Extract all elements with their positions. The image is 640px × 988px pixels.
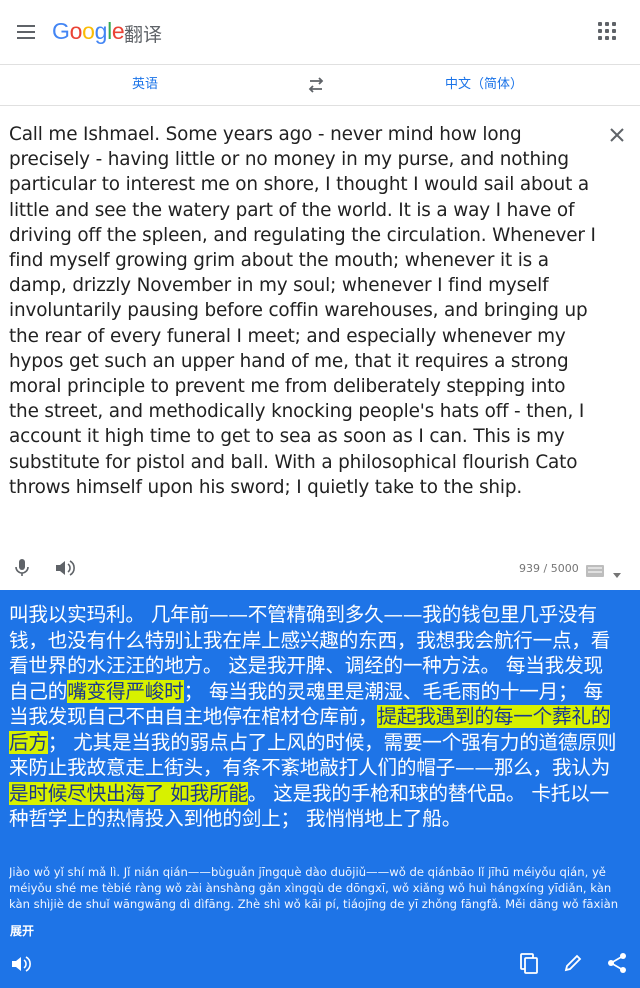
- highlighted-segment[interactable]: 嘴变得严峻时: [67, 679, 184, 703]
- speaker-icon[interactable]: [10, 954, 32, 976]
- swap-arrows-icon[interactable]: [302, 73, 330, 97]
- copy-icon[interactable]: [518, 952, 540, 976]
- hamburger-menu-icon[interactable]: [12, 18, 40, 46]
- source-panel: Call me Ishmael. Some years ago - never …: [0, 106, 640, 590]
- source-language-button[interactable]: 英语: [0, 65, 290, 105]
- keyboard-icon[interactable]: [586, 562, 604, 577]
- source-text-input[interactable]: Call me Ishmael. Some years ago - never …: [9, 122, 599, 500]
- close-icon[interactable]: [606, 124, 628, 146]
- google-logo[interactable]: Google: [52, 18, 125, 45]
- target-language-button[interactable]: 中文（简体）: [344, 65, 624, 105]
- chevron-down-icon[interactable]: [613, 564, 621, 578]
- share-icon[interactable]: [606, 952, 628, 974]
- apps-grid-icon[interactable]: [598, 22, 618, 42]
- expand-button[interactable]: 展开: [10, 922, 34, 939]
- app-bar: Google 翻译: [0, 0, 640, 64]
- result-toolbar: [0, 946, 640, 986]
- character-counter: 939 / 5000: [519, 562, 579, 575]
- language-bar: 英语 中文（简体）: [0, 64, 640, 106]
- speaker-icon[interactable]: [54, 558, 76, 578]
- microphone-icon[interactable]: [12, 556, 32, 580]
- product-name: 翻译: [124, 24, 163, 46]
- translation-segment: ； 尤其是当我的弱点占了上风的时候，需要一个强有力的道德原则来防止我故意走上街头…: [9, 730, 617, 780]
- translation-text[interactable]: 叫我以实玛利。 几年前——不管精确到多久——我的钱包里几乎没有钱，也没有什么特别…: [9, 602, 621, 832]
- highlighted-segment[interactable]: 是时候尽快出海了 如我所能: [9, 781, 248, 805]
- source-toolbar: 939 / 5000: [0, 550, 640, 590]
- romanization-text: Jiào wǒ yǐ shí mǎ lì. Jǐ nián qián——bùgu…: [9, 865, 619, 911]
- pencil-icon[interactable]: [562, 952, 584, 974]
- translation-panel: 叫我以实玛利。 几年前——不管精确到多久——我的钱包里几乎没有钱，也没有什么特别…: [0, 590, 640, 988]
